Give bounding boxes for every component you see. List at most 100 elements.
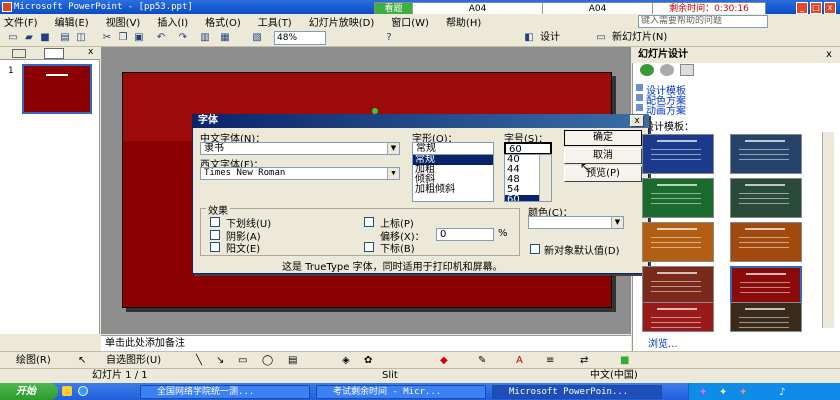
design-button[interactable]: 设计: [540, 31, 560, 45]
line-color-icon[interactable]: ✎: [478, 352, 486, 369]
new-icon[interactable]: ▭: [6, 31, 20, 45]
taskbar-item-exam[interactable]: 全国网络学院统一测...: [140, 385, 310, 399]
color-select[interactable]: ▼: [528, 216, 624, 229]
menu-view[interactable]: 视图(V): [106, 14, 141, 29]
design-template-thumbnail[interactable]: [730, 302, 802, 332]
underline-checkbox[interactable]: [210, 217, 220, 227]
clipart-icon[interactable]: ✿: [364, 352, 372, 369]
tray-icon-2[interactable]: ✦: [719, 387, 727, 398]
default-checkbox[interactable]: [530, 244, 540, 254]
slide-thumbnail[interactable]: [22, 64, 92, 114]
chart-icon[interactable]: ▥: [198, 31, 212, 45]
taskbar-item-timer[interactable]: 考试剩余时间 - Micr...: [316, 385, 486, 399]
design-icon[interactable]: ◧: [522, 31, 536, 45]
draw-menu[interactable]: 绘图(R): [16, 352, 51, 369]
design-template-thumbnail[interactable]: [730, 178, 802, 218]
design-template-thumbnail[interactable]: [642, 266, 714, 306]
autoshapes-menu[interactable]: 自选图形(U): [106, 352, 161, 369]
menu-format[interactable]: 格式(O): [205, 14, 241, 29]
grid-icon[interactable]: ▧: [250, 31, 264, 45]
preview-button[interactable]: 预览(P): [564, 166, 642, 182]
quicklaunch-desktop-icon[interactable]: [62, 386, 72, 396]
chevron-down-icon[interactable]: ▼: [387, 143, 399, 154]
tray-icon-1[interactable]: ✦: [699, 387, 707, 398]
save-icon[interactable]: ■: [38, 31, 52, 45]
shadow-checkbox[interactable]: [210, 230, 220, 240]
select-arrow-icon[interactable]: ↖: [78, 352, 86, 369]
tray-icon-4[interactable]: ♪: [779, 387, 785, 398]
new-slide-icon[interactable]: ▭: [594, 31, 608, 45]
print-icon[interactable]: ▤: [58, 31, 72, 45]
offset-input[interactable]: 0: [436, 228, 494, 241]
design-template-thumbnail[interactable]: [730, 266, 802, 306]
dialog-close-button[interactable]: x: [630, 115, 644, 127]
redo-icon[interactable]: ↷: [176, 31, 190, 45]
open-icon[interactable]: ▰: [22, 31, 36, 45]
chevron-down-icon[interactable]: ▼: [387, 168, 399, 179]
design-template-thumbnail[interactable]: [642, 134, 714, 174]
help-search-input[interactable]: 键入需要帮助的问题: [638, 15, 768, 28]
link-animation-schemes[interactable]: 动画方案: [636, 102, 686, 117]
quicklaunch-ie-icon[interactable]: [78, 386, 88, 396]
west-font-select[interactable]: Times New Roman ▼: [200, 167, 400, 180]
cut-icon[interactable]: ✂: [100, 31, 114, 45]
notes-pane[interactable]: 单击此处添加备注: [101, 335, 631, 351]
design-template-thumbnail[interactable]: [642, 302, 714, 332]
ok-button[interactable]: 确定: [564, 130, 642, 146]
arrow-icon[interactable]: ↘: [216, 352, 224, 369]
paste-icon[interactable]: ▣: [132, 31, 146, 45]
line-icon[interactable]: ╲: [196, 352, 202, 369]
back-icon[interactable]: [640, 64, 654, 76]
menu-tools[interactable]: 工具(T): [258, 14, 292, 29]
menu-edit[interactable]: 编辑(E): [55, 14, 89, 29]
undo-icon[interactable]: ↶: [154, 31, 168, 45]
table-icon[interactable]: ▦: [218, 31, 232, 45]
font-color-icon[interactable]: A: [516, 352, 523, 369]
rectangle-icon[interactable]: ▭: [238, 352, 247, 369]
wordart-icon[interactable]: ◈: [342, 352, 350, 369]
superscript-checkbox[interactable]: [364, 217, 374, 227]
new-slide-button[interactable]: 新幻灯片(N): [612, 31, 667, 45]
subscript-checkbox[interactable]: [364, 242, 374, 252]
pane-close-icon[interactable]: x: [826, 49, 832, 60]
menu-insert[interactable]: 插入(I): [157, 14, 188, 29]
arrow-style-icon[interactable]: ⇄: [580, 352, 588, 369]
taskbar-item-powerpoint[interactable]: Microsoft PowerPoin...: [492, 385, 662, 399]
style-list[interactable]: 常规 加粗 倾斜 加粗倾斜: [412, 154, 494, 202]
outline-tab-icon[interactable]: [12, 49, 26, 58]
copy-icon[interactable]: ❐: [116, 31, 130, 45]
fill-color-icon[interactable]: ◆: [440, 352, 448, 369]
forward-icon[interactable]: [660, 64, 674, 76]
close-pane-icon[interactable]: x: [88, 47, 93, 57]
design-template-thumbnail[interactable]: [730, 222, 802, 262]
menu-file[interactable]: 文件(F): [4, 14, 38, 29]
design-template-thumbnail[interactable]: [642, 178, 714, 218]
cancel-button[interactable]: 取消: [564, 148, 642, 164]
zoom-select[interactable]: 48%: [274, 31, 326, 45]
emboss-checkbox[interactable]: [210, 242, 220, 252]
help-icon[interactable]: ?: [382, 31, 396, 45]
textbox-icon[interactable]: ▤: [288, 352, 297, 369]
tray-icon-3[interactable]: ✦: [739, 387, 747, 398]
design-template-thumbnail[interactable]: [730, 134, 802, 174]
line-style-icon[interactable]: ≡: [546, 352, 554, 369]
slides-tab-icon[interactable]: [44, 48, 64, 59]
browse-link[interactable]: 浏览...: [648, 335, 678, 350]
menu-slideshow[interactable]: 幻灯片放映(D): [309, 14, 375, 29]
maximize-button[interactable]: □: [810, 2, 822, 14]
minimize-button[interactable]: _: [796, 2, 808, 14]
menu-window[interactable]: 窗口(W): [391, 14, 429, 29]
size-list-scrollbar[interactable]: [539, 155, 551, 201]
design-template-thumbnail[interactable]: [642, 222, 714, 262]
menu-help[interactable]: 帮助(H): [446, 14, 481, 29]
oval-icon[interactable]: ◯: [262, 352, 273, 369]
home-icon[interactable]: [680, 64, 694, 76]
style-option[interactable]: 加粗倾斜: [413, 185, 493, 195]
close-button[interactable]: x: [824, 2, 836, 14]
start-button[interactable]: 开始: [0, 383, 58, 400]
task-pane-scrollbar[interactable]: [822, 132, 834, 328]
size-list[interactable]: 40 44 48 54 60: [504, 154, 552, 202]
preview-icon[interactable]: ◫: [74, 31, 88, 45]
shadow-icon[interactable]: ■: [620, 352, 629, 369]
chevron-down-icon[interactable]: ▼: [611, 217, 623, 228]
